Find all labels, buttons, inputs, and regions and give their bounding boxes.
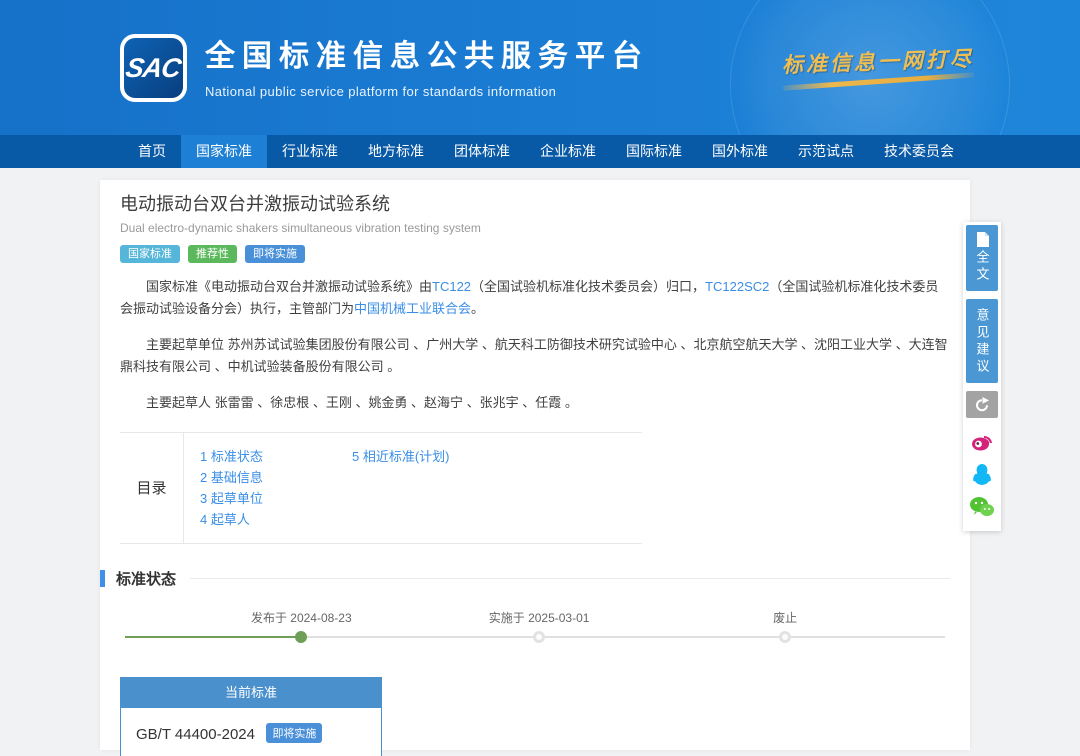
- catalog-link-4[interactable]: 4 起草人: [200, 509, 352, 530]
- fulltext-button[interactable]: 全文: [966, 225, 998, 291]
- standard-title-cn: 电动振动台双台并激振动试验系统: [120, 190, 950, 216]
- paragraph-drafters: 主要起草人 张雷雷 、徐忠根 、王刚 、姚金勇 、赵海宁 、张兆宇 、任霞 。: [120, 392, 950, 414]
- text-segment: 。: [471, 301, 484, 316]
- status-timeline: 发布于 2024-08-23 实施于 2025-03-01 废止: [125, 605, 945, 655]
- site-header: SAC 全国标准信息公共服务平台 National public service…: [0, 0, 1080, 135]
- wechat-icon[interactable]: [969, 493, 996, 520]
- section-title: 标准状态: [116, 568, 176, 589]
- catalog-link-2[interactable]: 2 基础信息: [200, 467, 352, 488]
- catalog-column-1: 1 标准状态2 基础信息3 起草单位4 起草人: [200, 446, 352, 530]
- site-subtitle: National public service platform for sta…: [205, 84, 649, 99]
- nav-item-group-standards[interactable]: 团体标准: [439, 135, 525, 168]
- catalog-link-1[interactable]: 1 标准状态: [200, 446, 352, 467]
- sac-logo[interactable]: SAC: [120, 34, 187, 102]
- nav-item-foreign-standards[interactable]: 国外标准: [697, 135, 783, 168]
- current-standard-card[interactable]: 当前标准 GB/T 44400-2024 即将实施 电动振动台双台并激振动试验系…: [120, 677, 382, 756]
- tag-national-standard: 国家标准: [120, 245, 180, 263]
- catalog-link-5[interactable]: 5 相近标准(计划): [352, 446, 504, 467]
- current-standard-header: 当前标准: [121, 678, 381, 708]
- header-slogan: 标准信息一网打尽: [781, 43, 974, 88]
- timeline-node-3: [779, 631, 791, 643]
- paragraph-authority: 国家标准《电动振动台双台并激振动试验系统》由TC122（全国试验机标准化技术委员…: [120, 276, 950, 321]
- nav-item-technical-committee[interactable]: 技术委员会: [869, 135, 969, 168]
- sac-logo-text: SAC: [124, 53, 183, 84]
- nav-item-enterprise-standards[interactable]: 企业标准: [525, 135, 611, 168]
- timeline-label-2: 实施于 2025-03-01: [489, 609, 590, 626]
- nav-item-demonstration-pilot[interactable]: 示范试点: [783, 135, 869, 168]
- paragraph-drafting-units: 主要起草单位 苏州苏试试验集团股份有限公司 、广州大学 、航天科工防御技术研究试…: [120, 334, 950, 379]
- timeline-progress: [125, 636, 301, 638]
- side-toolbar: 全文 意见建议: [963, 222, 1001, 531]
- site-titles: 全国标准信息公共服务平台 National public service pla…: [205, 40, 649, 99]
- share-icon: [974, 397, 990, 412]
- share-button[interactable]: [966, 391, 998, 418]
- main-nav: 首页国家标准行业标准地方标准团体标准企业标准国际标准国外标准示范试点技术委员会: [0, 135, 1080, 168]
- nav-item-national-standards[interactable]: 国家标准: [181, 135, 267, 168]
- standard-code: GB/T 44400-2024: [136, 726, 255, 743]
- timeline-label-1: 发布于 2024-08-23: [251, 609, 352, 626]
- fulltext-label: 全文: [973, 250, 992, 284]
- nav-item-international-standards[interactable]: 国际标准: [611, 135, 697, 168]
- nav-item-home[interactable]: 首页: [123, 135, 181, 168]
- section-divider: [190, 578, 950, 579]
- standard-title-en: Dual electro-dynamic shakers simultaneou…: [120, 221, 950, 235]
- tag-recommended: 推荐性: [188, 245, 237, 263]
- timeline-node-1: [295, 631, 307, 643]
- nav-item-local-standards[interactable]: 地方标准: [353, 135, 439, 168]
- nav-item-industry-standards[interactable]: 行业标准: [267, 135, 353, 168]
- link-中国机械工业联合会[interactable]: 中国机械工业联合会: [354, 301, 471, 316]
- link-TC122[interactable]: TC122: [432, 279, 471, 294]
- catalog-column-2: 5 相近标准(计划): [352, 446, 504, 530]
- qq-icon[interactable]: [969, 460, 996, 487]
- catalog-link-3[interactable]: 3 起草单位: [200, 488, 352, 509]
- feedback-button[interactable]: 意见建议: [966, 299, 998, 383]
- current-standard-body: GB/T 44400-2024 即将实施 电动振动台双台并激振动试验系统: [121, 708, 381, 756]
- catalog-box: 目录 1 标准状态2 基础信息3 起草单位4 起草人5 相近标准(计划): [120, 432, 642, 544]
- feedback-label: 意见建议: [973, 308, 992, 376]
- content-card: 电动振动台双台并激振动试验系统 Dual electro-dynamic sha…: [100, 180, 970, 750]
- site-title: 全国标准信息公共服务平台: [205, 40, 649, 75]
- text-segment: 国家标准《电动振动台双台并激振动试验系统》由: [146, 279, 432, 294]
- catalog-label: 目录: [120, 433, 184, 543]
- implementation-badge: 即将实施: [266, 723, 322, 743]
- document-icon: [976, 232, 989, 247]
- section-marker: [100, 570, 105, 587]
- text-segment: （全国试验机标准化技术委员会）归口，: [471, 279, 705, 294]
- catalog-links: 1 标准状态2 基础信息3 起草单位4 起草人5 相近标准(计划): [184, 433, 642, 543]
- tag-to-be-implemented: 即将实施: [245, 245, 305, 263]
- section-standard-status: 标准状态: [100, 568, 950, 589]
- timeline-node-2: [533, 631, 545, 643]
- standard-tags: 国家标准推荐性即将实施: [120, 244, 950, 263]
- link-TC122SC2[interactable]: TC122SC2: [705, 279, 769, 294]
- timeline-label-3: 废止: [773, 609, 797, 626]
- sac-logo-mark: SAC: [124, 38, 183, 98]
- weibo-icon[interactable]: [969, 427, 996, 454]
